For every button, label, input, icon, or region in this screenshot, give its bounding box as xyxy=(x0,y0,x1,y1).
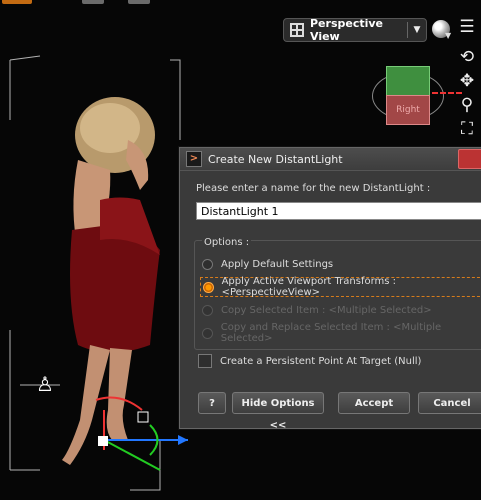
accept-button[interactable]: Accept xyxy=(338,392,410,414)
view-selector-label: Perspective View xyxy=(310,17,384,43)
dialog-titlebar[interactable]: > Create New DistantLight xyxy=(180,148,481,171)
grid-view-icon xyxy=(290,23,304,37)
option-default-settings[interactable]: Apply Default Settings xyxy=(202,255,333,273)
chevron-down-icon[interactable]: ▼ xyxy=(445,31,451,40)
view-selector[interactable]: Perspective View ▼ xyxy=(283,17,427,43)
radio-button xyxy=(202,327,213,339)
radio-button xyxy=(202,304,213,316)
app-logo-icon: > xyxy=(186,151,202,167)
view-cube-right-face[interactable]: Right xyxy=(386,95,430,125)
checkbox-label: Create a Persistent Point At Target (Nul… xyxy=(220,355,422,367)
view-cube-top-face[interactable] xyxy=(386,66,430,96)
option-label: Copy and Replace Selected Item : <Multip… xyxy=(220,322,442,344)
cancel-button[interactable]: Cancel xyxy=(418,392,481,414)
options-label: Options : xyxy=(202,237,252,248)
menu-list-icon[interactable]: ☰ xyxy=(456,18,478,36)
help-icon: ? xyxy=(209,398,215,409)
persistent-point-option[interactable]: Create a Persistent Point At Target (Nul… xyxy=(198,354,421,368)
option-viewport-transforms[interactable]: Apply Active Viewport Transforms : <Pers… xyxy=(200,276,481,298)
name-prompt: Please enter a name for the new DistantL… xyxy=(196,183,431,194)
view-cube[interactable]: Right xyxy=(372,64,462,128)
light-name-input[interactable] xyxy=(196,202,481,220)
dialog-title: Create New DistantLight xyxy=(208,152,343,166)
radio-button[interactable] xyxy=(203,281,214,293)
radio-button[interactable] xyxy=(202,258,213,270)
close-button[interactable] xyxy=(458,149,481,169)
option-label: Copy Selected Item : <Multiple Selected> xyxy=(221,304,432,316)
help-button[interactable]: ? xyxy=(198,392,226,414)
axis-line xyxy=(432,92,462,94)
option-label: Apply Active Viewport Transforms : <Pers… xyxy=(221,276,397,298)
option-copy-replace: Copy and Replace Selected Item : <Multip… xyxy=(202,322,481,344)
persistent-point-checkbox[interactable] xyxy=(198,354,212,368)
hide-options-button[interactable]: Hide Options << xyxy=(232,392,324,431)
triangle-down-icon[interactable]: ▼ xyxy=(408,25,426,35)
figure-node-icon: ♙ xyxy=(36,372,54,396)
option-label: Apply Default Settings xyxy=(221,258,334,270)
create-distant-light-dialog: > Create New DistantLight Please enter a… xyxy=(179,147,481,431)
option-copy-selected: Copy Selected Item : <Multiple Selected> xyxy=(202,301,432,319)
